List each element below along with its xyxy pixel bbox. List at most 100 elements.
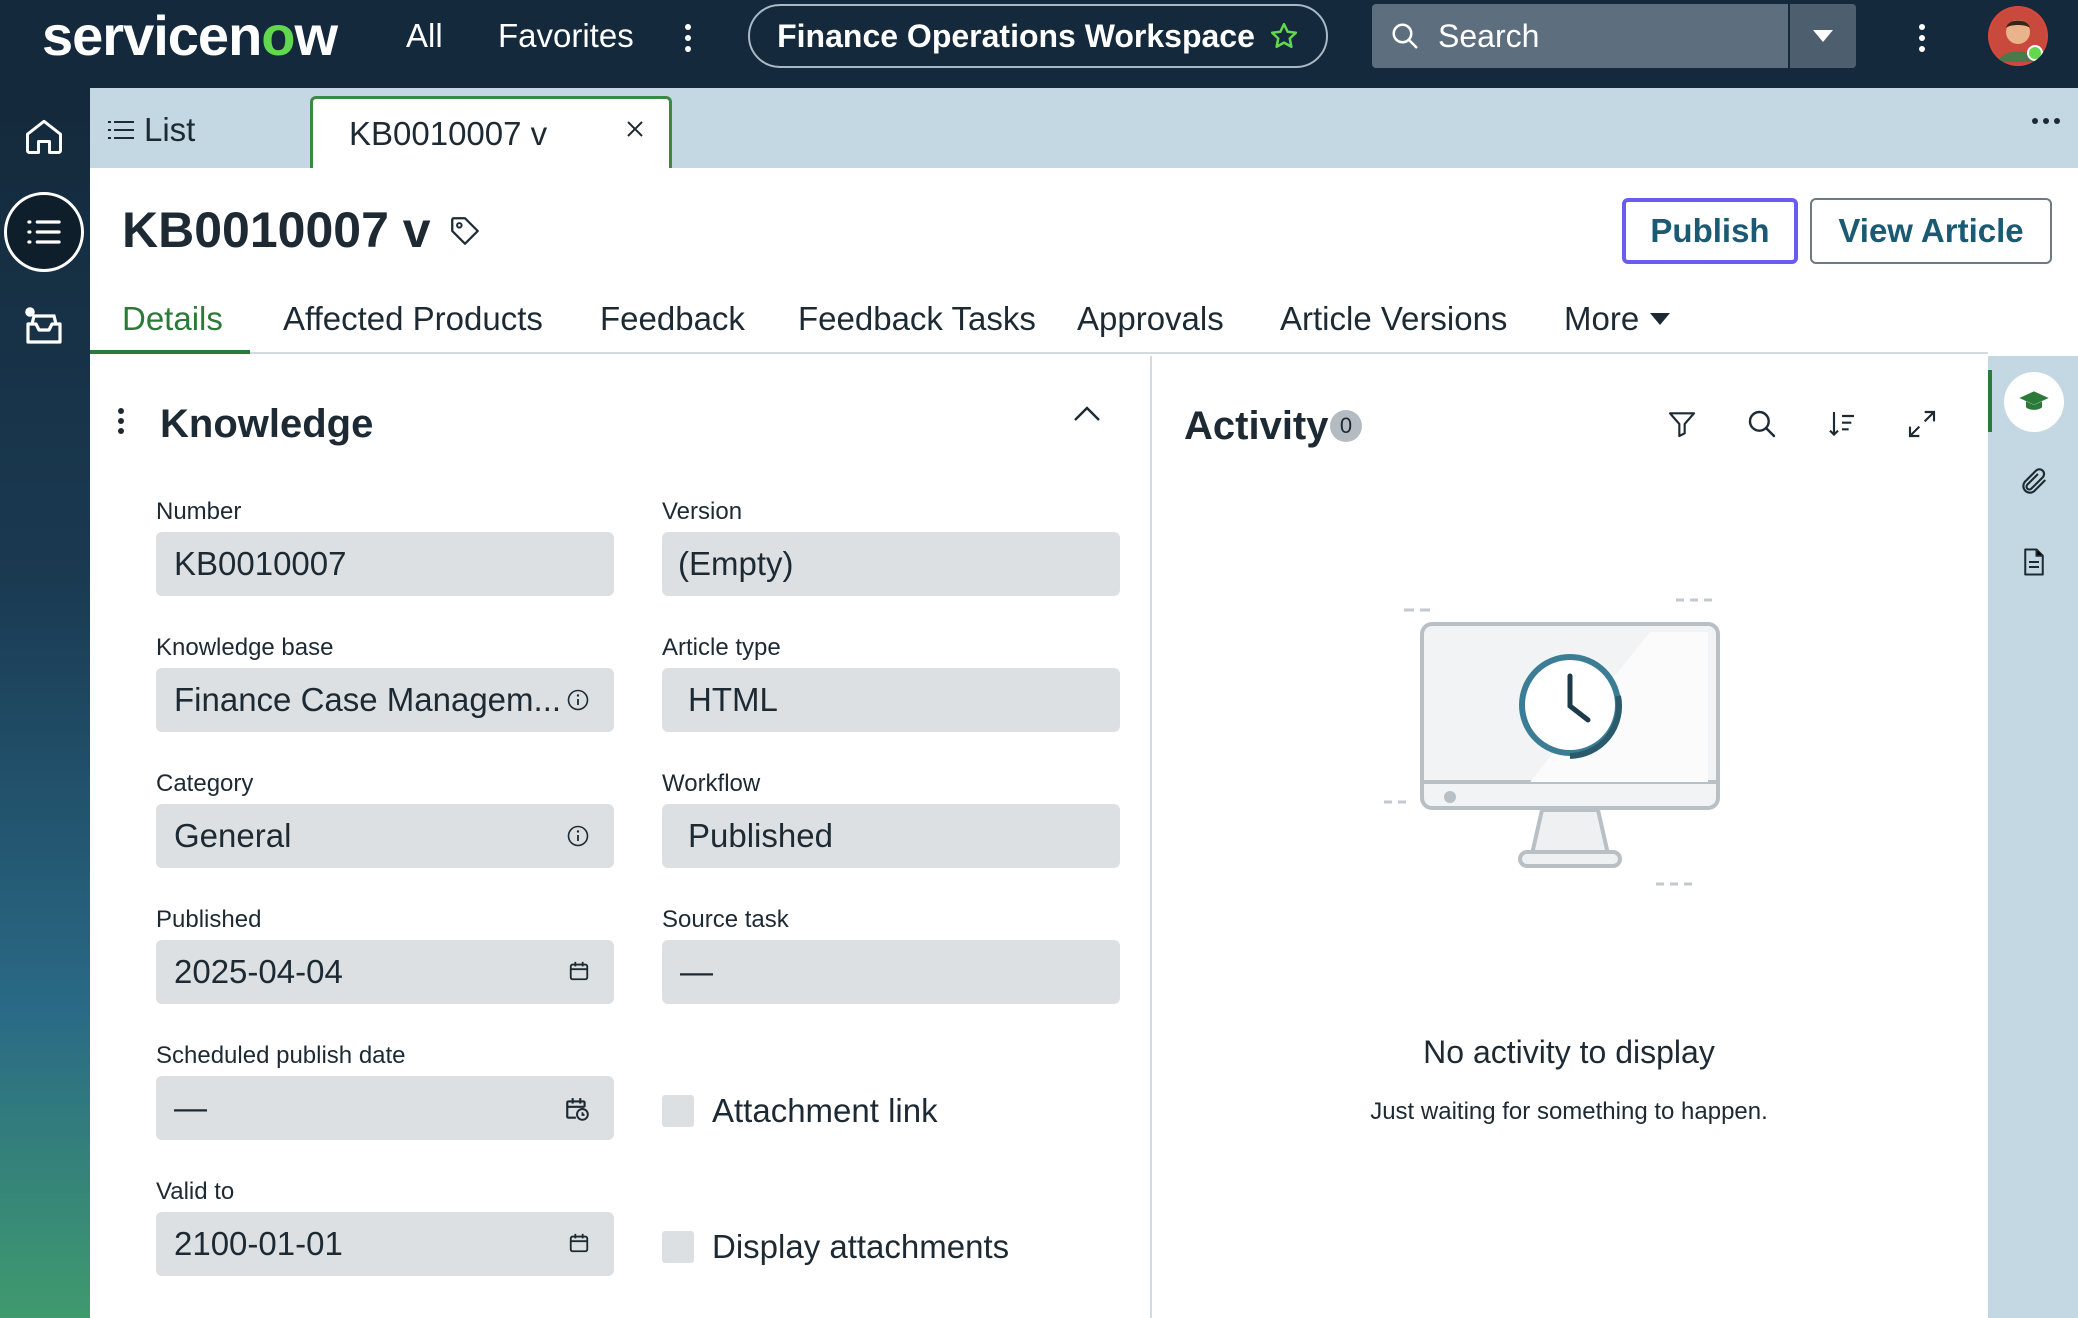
global-search-input[interactable]: Search xyxy=(1372,4,1856,68)
record-tabs: Details Affected Products Feedback Feedb… xyxy=(90,290,1988,354)
favorite-star-icon[interactable] xyxy=(1269,21,1299,51)
knowledge-base-label: Knowledge base xyxy=(156,634,334,661)
collapse-chevron-up-icon[interactable] xyxy=(1072,404,1102,424)
active-rail-indicator xyxy=(1988,370,1992,432)
source-task-field[interactable]: — xyxy=(662,940,1120,1004)
search-icon xyxy=(1392,23,1418,49)
inbox-icon[interactable] xyxy=(4,288,84,368)
search-scope-dropdown[interactable] xyxy=(1788,4,1856,68)
category-label: Category xyxy=(156,770,254,797)
tab-list[interactable]: List xyxy=(108,106,195,154)
attachment-link-checkbox[interactable]: Attachment link xyxy=(662,1092,938,1130)
article-type-label: Article type xyxy=(662,634,781,661)
display-attachments-checkbox[interactable]: Display attachments xyxy=(662,1228,1009,1266)
section-more-icon[interactable] xyxy=(118,408,126,438)
valid-to-value: 2100-01-01 xyxy=(174,1225,343,1262)
info-icon[interactable] xyxy=(566,688,590,712)
sort-icon[interactable] xyxy=(1826,408,1858,440)
scheduled-publish-date-label: Scheduled publish date xyxy=(156,1042,406,1069)
knowledge-graduation-cap-icon[interactable] xyxy=(2004,372,2064,432)
document-icon[interactable] xyxy=(2004,532,2064,592)
attachment-link-label: Attachment link xyxy=(712,1092,938,1129)
valid-to-field[interactable]: 2100-01-01 xyxy=(156,1212,614,1276)
publish-button[interactable]: Publish xyxy=(1622,198,1798,264)
left-rail xyxy=(0,88,90,1318)
display-attachments-box[interactable] xyxy=(662,1231,694,1263)
tag-icon[interactable] xyxy=(448,214,482,248)
empty-state-title: No activity to display xyxy=(1423,1034,1715,1070)
knowledge-base-value: Finance Case Managem... xyxy=(174,681,562,718)
filter-icon[interactable] xyxy=(1666,408,1698,440)
scheduled-publish-date-field[interactable]: — xyxy=(156,1076,614,1140)
empty-state-subtitle: Just waiting for something to happen. xyxy=(1370,1098,1768,1125)
attachment-paperclip-icon[interactable] xyxy=(2004,452,2064,512)
version-field[interactable]: (Empty) xyxy=(662,532,1120,596)
tab-affected-products[interactable]: Affected Products xyxy=(283,300,543,338)
tab-record-kb0010007[interactable]: KB0010007 v xyxy=(310,96,672,168)
nav-more-icon[interactable] xyxy=(683,24,693,54)
tab-more-label: More xyxy=(1564,300,1640,337)
list-icon[interactable] xyxy=(4,192,84,272)
article-type-field[interactable]: HTML xyxy=(662,668,1120,732)
version-value: (Empty) xyxy=(678,545,794,582)
search-icon[interactable] xyxy=(1746,408,1778,440)
number-label: Number xyxy=(156,498,242,525)
workflow-field[interactable]: Published xyxy=(662,804,1120,868)
workflow-value: Published xyxy=(688,817,833,854)
tab-details[interactable]: Details xyxy=(122,300,223,338)
view-article-button[interactable]: View Article xyxy=(1810,198,2052,264)
right-contextual-rail xyxy=(1988,356,2078,1318)
category-value: General xyxy=(174,817,292,854)
nav-all-menu[interactable]: All xyxy=(406,16,443,56)
number-field[interactable]: KB0010007 xyxy=(156,532,614,596)
source-task-label: Source task xyxy=(662,906,789,933)
tab-feedback[interactable]: Feedback xyxy=(600,300,745,338)
published-label: Published xyxy=(156,906,262,933)
source-task-value: — xyxy=(680,953,713,990)
published-value: 2025-04-04 xyxy=(174,953,343,990)
info-icon[interactable] xyxy=(566,824,590,848)
tab-list-label: List xyxy=(144,111,196,148)
panel-divider xyxy=(1150,356,1152,1318)
workspace-tab-strip: List KB0010007 v xyxy=(90,88,2078,168)
expand-icon[interactable] xyxy=(1906,408,1938,440)
number-value: KB0010007 xyxy=(174,545,347,582)
caret-down-icon xyxy=(1813,30,1833,42)
activity-count-badge: 0 xyxy=(1330,410,1362,442)
valid-to-label: Valid to xyxy=(156,1178,235,1205)
version-label: Version xyxy=(662,498,743,525)
nav-favorites-menu[interactable]: Favorites xyxy=(498,16,634,56)
section-title-knowledge: Knowledge xyxy=(160,402,374,446)
record-title: KB0010007 v xyxy=(122,202,431,258)
caret-down-icon xyxy=(1650,313,1671,325)
list-lines-icon xyxy=(108,121,134,139)
servicenow-logo[interactable]: servicenow xyxy=(42,4,338,68)
category-field[interactable]: General xyxy=(156,804,614,868)
tab-feedback-tasks[interactable]: Feedback Tasks xyxy=(798,300,1036,338)
tab-approvals[interactable]: Approvals xyxy=(1077,300,1224,338)
display-attachments-label: Display attachments xyxy=(712,1228,1010,1265)
calendar-clock-icon[interactable] xyxy=(564,1096,590,1122)
search-placeholder: Search xyxy=(1438,17,1540,54)
user-avatar[interactable] xyxy=(1988,6,2048,66)
active-tab-indicator xyxy=(90,350,250,354)
workflow-label: Workflow xyxy=(662,770,761,797)
article-type-value: HTML xyxy=(688,681,778,718)
user-menu-more-icon[interactable] xyxy=(1917,24,1927,54)
close-tab-icon[interactable] xyxy=(625,119,645,139)
calendar-icon[interactable] xyxy=(568,1232,590,1254)
tab-strip-more-icon[interactable] xyxy=(2032,118,2060,124)
workspace-title: Finance Operations Workspace xyxy=(777,17,1255,54)
scheduled-publish-date-value: — xyxy=(174,1089,207,1126)
home-icon[interactable] xyxy=(4,96,84,176)
tab-article-versions[interactable]: Article Versions xyxy=(1280,300,1507,338)
top-nav-bar: servicenow All Favorites Finance Operati… xyxy=(0,0,2078,88)
calendar-icon[interactable] xyxy=(568,960,590,982)
published-date-field[interactable]: 2025-04-04 xyxy=(156,940,614,1004)
knowledge-base-field[interactable]: Finance Case Managem... xyxy=(156,668,614,732)
attachment-link-box[interactable] xyxy=(662,1095,694,1127)
tab-record-label: KB0010007 v xyxy=(349,114,548,152)
tab-more[interactable]: More xyxy=(1564,300,1671,338)
workspace-selector[interactable]: Finance Operations Workspace xyxy=(748,4,1328,68)
activity-title: Activity xyxy=(1184,404,1329,448)
